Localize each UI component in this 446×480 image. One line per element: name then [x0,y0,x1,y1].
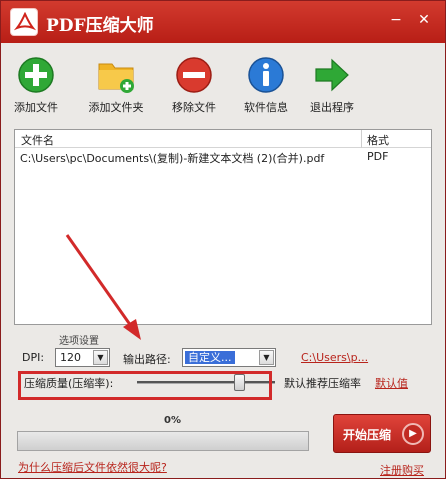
progress-text: 0% [164,415,181,426]
progress-bar [17,431,309,451]
start-button-label: 开始压缩 [343,428,392,442]
play-icon: ▶ [402,423,424,445]
annotation-arrow-icon [65,234,141,340]
register-link[interactable]: 注册购买 [380,462,424,478]
help-link[interactable]: 为什么压缩后文件依然很大呢? [18,459,167,475]
app-window: PDF压缩大师 − ✕ 添加文件 添加文件夹 移除文件 软件信息 退出程序 文件… [0,0,446,479]
start-compress-button[interactable]: 开始压缩 ▶ [333,414,431,453]
